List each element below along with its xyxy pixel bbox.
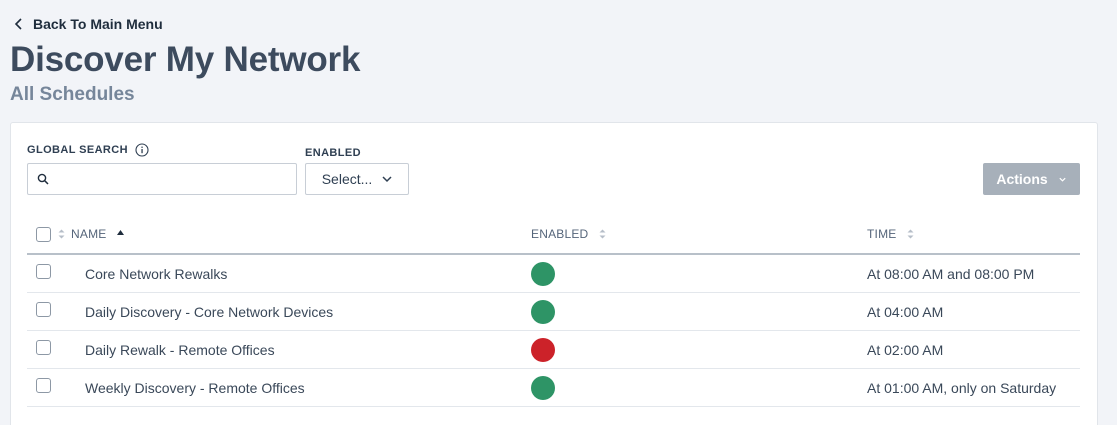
schedule-time: At 04:00 AM [867,304,944,320]
sort-icon[interactable] [906,227,915,241]
sort-ascending-icon [117,229,125,235]
enabled-status-indicator [531,262,555,286]
table-row[interactable]: Core Network Rewalks At 08:00 AM and 08:… [27,255,1080,293]
enabled-status-indicator [531,376,555,400]
table-row[interactable]: Weekly Discovery - Remote Offices At 01:… [27,369,1080,407]
global-search-field[interactable] [27,163,297,195]
schedules-table: NAME ENABLED TIME Core Network Rewalks A… [27,215,1080,407]
global-search-input[interactable] [55,165,296,193]
page-subtitle: All Schedules [10,84,135,105]
schedule-name: Core Network Rewalks [85,266,228,282]
schedules-card: GLOBAL SEARCH ENABLED Select... Actions [10,122,1098,425]
schedule-time: At 01:00 AM, only on Saturday [867,380,1057,396]
page-title: Discover My Network [10,40,361,79]
column-header-name[interactable]: NAME [58,227,125,241]
enabled-filter-label: ENABLED [305,147,361,159]
sort-icon[interactable] [57,227,66,241]
back-to-main-menu-link[interactable]: Back To Main Menu [12,16,163,32]
row-checkbox[interactable] [36,340,51,355]
schedule-time: At 08:00 AM and 08:00 PM [867,266,1035,282]
table-row[interactable]: Daily Rewalk - Remote Offices At 02:00 A… [27,331,1080,369]
table-row[interactable]: Daily Discovery - Core Network Devices A… [27,293,1080,331]
enabled-select-value: Select... [321,171,373,187]
search-icon [37,173,49,185]
sort-icon[interactable] [598,227,607,241]
enabled-status-indicator [531,338,555,362]
column-header-enabled-label: ENABLED [531,227,589,241]
chevron-down-icon [382,176,392,183]
column-header-time-label: TIME [867,227,897,241]
column-header-name-label: NAME [71,227,107,241]
enabled-filter-select[interactable]: Select... [305,163,409,195]
global-search-label-text: GLOBAL SEARCH [27,144,128,156]
column-header-enabled[interactable]: ENABLED [531,227,607,241]
actions-button-label: Actions [996,171,1048,187]
select-all-checkbox[interactable] [36,227,51,242]
chevron-down-icon [1059,177,1066,182]
table-header-row: NAME ENABLED TIME [27,215,1080,255]
actions-button[interactable]: Actions [983,163,1080,195]
row-checkbox[interactable] [36,264,51,279]
schedule-name: Daily Discovery - Core Network Devices [85,304,334,320]
schedule-time: At 02:00 AM [867,342,944,358]
chevron-left-icon [14,18,22,30]
column-header-time[interactable]: TIME [867,227,915,241]
row-checkbox[interactable] [36,302,51,317]
global-search-label: GLOBAL SEARCH [27,143,149,157]
enabled-status-indicator [531,300,555,324]
back-link-label: Back To Main Menu [33,16,163,32]
schedule-name: Weekly Discovery - Remote Offices [85,380,305,396]
schedule-name: Daily Rewalk - Remote Offices [85,342,275,358]
row-checkbox[interactable] [36,378,51,393]
info-icon[interactable] [135,143,149,157]
